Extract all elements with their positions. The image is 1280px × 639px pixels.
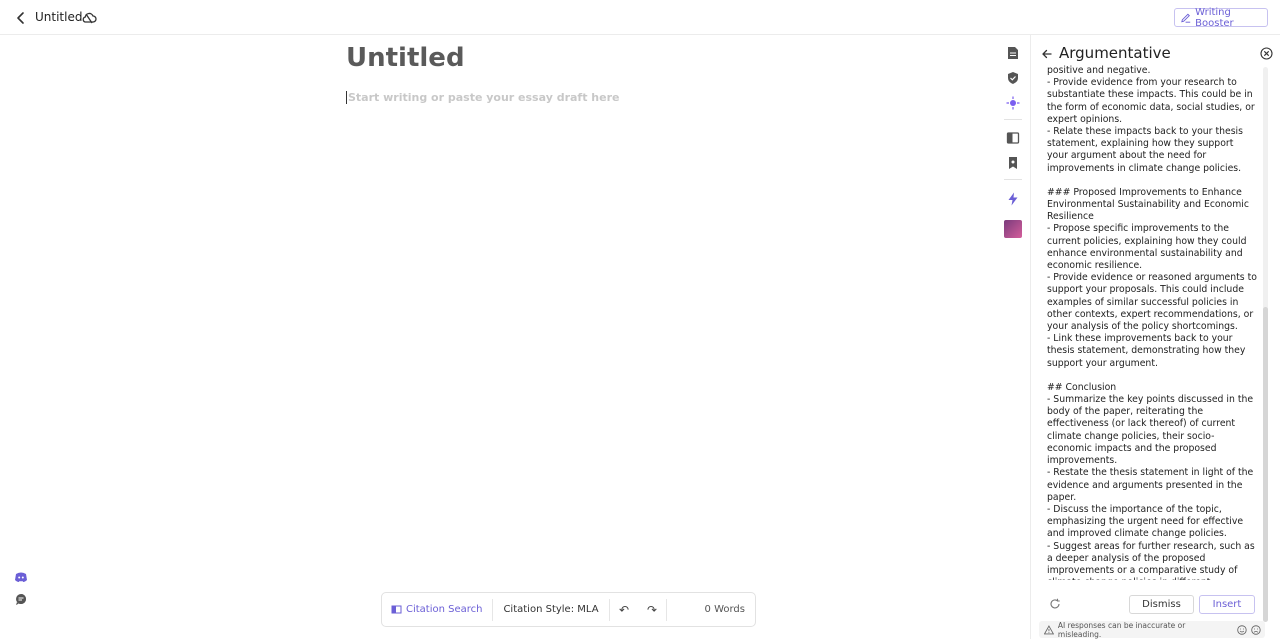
top-bar: Untitled Writing Booster: [0, 0, 1280, 35]
document-icon[interactable]: [1006, 46, 1020, 60]
thumbs-down-icon[interactable]: [1251, 624, 1261, 635]
rail-divider: [1004, 179, 1022, 180]
citation-search-label: Citation Search: [406, 604, 483, 615]
book-icon[interactable]: [1006, 131, 1020, 145]
panel-content[interactable]: positive and negative. - Provide evidenc…: [1047, 65, 1257, 580]
word-count: 0 Words: [704, 604, 745, 615]
rail-divider: [1004, 119, 1022, 120]
shield-check-icon[interactable]: [1006, 71, 1020, 85]
disclaimer-text: AI responses can be inaccurate or mislea…: [1057, 620, 1186, 639]
pen-icon: [1181, 13, 1191, 23]
citation-search-button[interactable]: Citation Search: [382, 604, 492, 615]
scrollbar-thumb[interactable]: [1263, 307, 1268, 622]
back-arrow-icon[interactable]: [12, 9, 30, 27]
close-icon[interactable]: [1260, 47, 1273, 60]
document-name[interactable]: Untitled: [35, 10, 82, 24]
panel-scrollbar[interactable]: [1263, 67, 1268, 622]
sparkle-icon[interactable]: [1006, 96, 1020, 110]
dismiss-button[interactable]: Dismiss: [1129, 595, 1194, 614]
regenerate-icon[interactable]: [1049, 598, 1061, 610]
editor-title[interactable]: Untitled: [346, 43, 465, 73]
assistant-panel: Argumentative positive and negative. - P…: [1030, 35, 1280, 639]
writing-booster-button[interactable]: Writing Booster: [1174, 6, 1268, 29]
disclaimer-bar: AI responses can be inaccurate or mislea…: [1039, 620, 1265, 639]
content-block: ### Proposed Improvements to Enhance Env…: [1047, 186, 1257, 369]
editor-body[interactable]: Start writing or paste your essay draft …: [346, 91, 619, 104]
cloud-off-icon[interactable]: [81, 10, 97, 26]
panel-back-icon[interactable]: [1041, 48, 1053, 60]
chat-icon[interactable]: [14, 592, 28, 606]
undo-redo-group: ↶ ↷: [610, 603, 666, 617]
redo-icon[interactable]: ↷: [647, 603, 657, 617]
editor-toolbar: Citation Search Citation Style: MLA ↶ ↷ …: [381, 592, 756, 627]
content-block: positive and negative. - Provide evidenc…: [1047, 65, 1255, 174]
bookmark-icon[interactable]: [1006, 156, 1020, 170]
discord-icon[interactable]: [14, 570, 28, 584]
thumbs-up-icon[interactable]: [1237, 624, 1247, 635]
panel-title: Argumentative: [1059, 44, 1171, 62]
writing-booster-label: Writing Booster: [1195, 6, 1234, 29]
warning-icon: [1044, 624, 1054, 634]
avatar-icon[interactable]: [1004, 220, 1022, 238]
content-block: ## Conclusion - Summarize the key points…: [1047, 381, 1255, 580]
lightning-icon[interactable]: [1006, 192, 1020, 206]
tool-rail: [999, 40, 1027, 600]
book-open-icon: [391, 605, 402, 614]
undo-icon[interactable]: ↶: [619, 603, 629, 617]
citation-style-select[interactable]: Citation Style: MLA: [493, 604, 609, 615]
insert-button[interactable]: Insert: [1199, 595, 1255, 614]
